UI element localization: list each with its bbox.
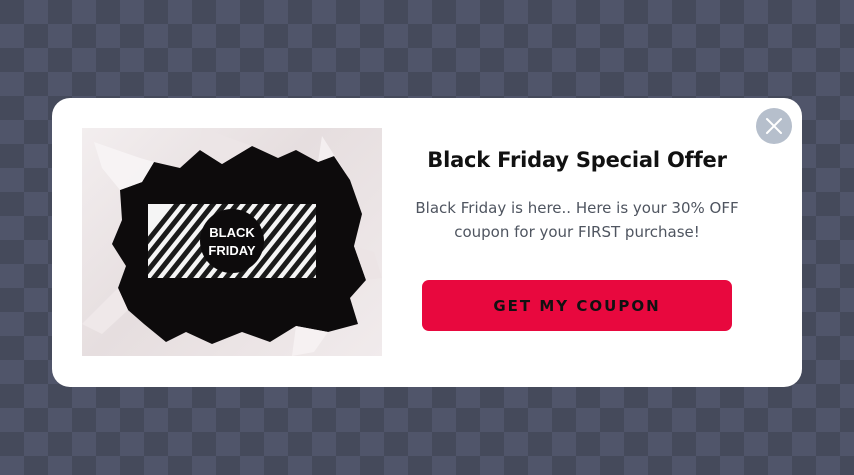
badge-line-2: FRIDAY <box>208 243 256 258</box>
close-button[interactable] <box>756 108 792 144</box>
get-coupon-button[interactable]: GET MY COUPON <box>422 280 732 331</box>
badge-line-1: BLACK <box>209 225 255 240</box>
black-friday-badge <box>200 209 264 273</box>
paper-flap <box>82 288 128 334</box>
close-icon <box>766 118 782 134</box>
offer-description: Black Friday is here.. Here is your 30% … <box>415 199 739 241</box>
black-friday-promo-image: BLACK FRIDAY <box>82 128 382 356</box>
offer-title: Black Friday Special Offer <box>427 148 727 172</box>
